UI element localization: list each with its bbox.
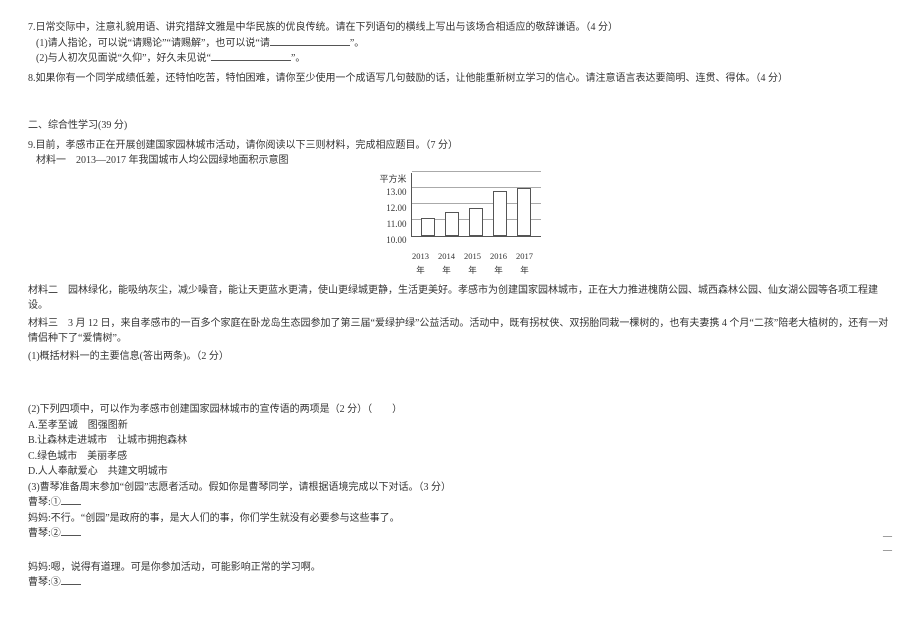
- chart-y-tick: 11.00: [387, 216, 407, 232]
- dialogue-line-2: 妈妈:不行。“创园”是政府的事，是大人们的事，你们学生就没有必要参与这些事了。: [28, 511, 892, 527]
- option-a: A.至孝至诚 图强图新: [28, 418, 892, 434]
- blank-fill[interactable]: [61, 575, 81, 585]
- dialogue-gap: 妈妈:嗯，说得有道理。可是你参加活动，可能影响正常的学习啊。 曹琴:③: [28, 560, 892, 591]
- blank-fill[interactable]: [61, 526, 81, 536]
- chart-x-tick: 2017年: [514, 250, 534, 276]
- option-c: C.绿色城市 美丽孝感: [28, 449, 892, 465]
- section-2-title: 二、综合性学习(39 分): [28, 118, 892, 134]
- dialogue-line-5: 曹琴:③: [28, 575, 892, 591]
- dialogue-5-label: 曹琴:③: [28, 577, 61, 588]
- q7-item2-suffix: ”。: [291, 53, 305, 64]
- material-1-label: 材料一 2013—2017 年我国城市人均公园绿地面积示意图: [36, 153, 892, 169]
- option-b: B.让森林走进城市 让城市拥抱森林: [28, 433, 892, 449]
- chart-y-tick: 10.00: [386, 232, 406, 248]
- trailing-dash-2: __: [883, 541, 892, 555]
- question-9: 9.目前，孝感市正在开展创建国家园林城市活动，请你阅读以下三则材料，完成相应题目…: [28, 138, 892, 365]
- q7-item1-prefix: (1)请人指论，可以说“请赐论”“请赐解”，也可以说“请: [36, 38, 270, 49]
- question-8: 8.如果你有一个同学成绩低差，还特怕吃苦，特怕困难，请你至少使用一个成语写几句鼓…: [28, 71, 892, 87]
- dialogue-3-label: 曹琴:②: [28, 528, 61, 539]
- q9-sub3: (3)曹琴准备周末参加“创园”志愿者活动。假如你是曹琴同学，请根据语境完成以下对…: [28, 480, 892, 496]
- chart-column: 平方米 13.00 12.00 11.00 10.00: [379, 173, 540, 277]
- q8-stem: 8.如果你有一个同学成绩低差，还特怕吃苦，特怕困难，请你至少使用一个成语写几句鼓…: [28, 71, 892, 87]
- chart-x-tick: 2015年: [462, 250, 482, 276]
- q7-item2: (2)与人初次见面说“久仰”，好久未见说“ ”。: [28, 51, 892, 67]
- chart-area: 平方米 13.00 12.00 11.00 10.00: [379, 173, 540, 249]
- q9-continued: (2)下列四项中，可以作为孝感市创建国家园林城市的宣传语的两项是（2 分）（ ）…: [28, 402, 892, 591]
- dialogue-line-1: 曹琴:①: [28, 495, 892, 511]
- chart-bar-2017: [517, 188, 531, 236]
- chart-bar-2016: [493, 191, 507, 236]
- q7-item1: (1)请人指论，可以说“请赐论”“请赐解”，也可以说“请 ”。: [28, 36, 892, 52]
- q7-stem: 7.日常交际中，注意礼貌用语、讲究措辞文雅是中华民族的优良传统。请在下列语句的横…: [28, 20, 892, 36]
- question-7: 7.日常交际中，注意礼貌用语、讲究措辞文雅是中华民族的优良传统。请在下列语句的横…: [28, 20, 892, 67]
- q9-sub1: (1)概括材料一的主要信息(答出两条)。（2 分）: [28, 349, 892, 365]
- option-d: D.人人奉献爱心 共建文明城市: [28, 464, 892, 480]
- chart-bar-2014: [445, 212, 459, 236]
- dialogue-line-3: 曹琴:②: [28, 526, 892, 542]
- chart-container: 平方米 13.00 12.00 11.00 10.00: [28, 173, 892, 277]
- q7-item2-prefix: (2)与人初次见面说“久仰”，好久未见说“: [36, 53, 211, 64]
- q7-item1-suffix: ”。: [350, 38, 364, 49]
- chart-plot-area: [411, 173, 541, 237]
- chart-x-tick: 2014年: [436, 250, 456, 276]
- chart-y-tick: 12.00: [386, 200, 406, 216]
- blank-fill[interactable]: [61, 495, 81, 505]
- dialogue-line-4: 妈妈:嗯，说得有道理。可是你参加活动，可能影响正常的学习啊。: [28, 560, 892, 576]
- chart-bar-2013: [421, 218, 435, 236]
- chart-bar-2015: [469, 208, 483, 236]
- dialogue-1-label: 曹琴:①: [28, 497, 61, 508]
- blank-fill[interactable]: [270, 36, 350, 46]
- chart-x-tick: 2016年: [488, 250, 508, 276]
- trailing-dash-1: __: [883, 527, 892, 541]
- material-3: 材料三 3 月 12 日，来自孝感市的一百多个家庭在卧龙岛生态园参加了第三届“爱…: [28, 316, 892, 347]
- chart-gridline: [412, 171, 541, 172]
- chart-x-tick: 2013年: [410, 250, 430, 276]
- q9-sub2: (2)下列四项中，可以作为孝感市创建国家园林城市的宣传语的两项是（2 分）（ ）: [28, 402, 892, 418]
- q9-stem: 9.目前，孝感市正在开展创建国家园林城市活动，请你阅读以下三则材料，完成相应题目…: [28, 138, 892, 154]
- blank-fill[interactable]: [211, 51, 291, 61]
- chart-y-tick: 13.00: [386, 184, 406, 200]
- chart-y-axis: 平方米 13.00 12.00 11.00 10.00: [379, 173, 406, 249]
- material-2: 材料二 园林绿化，能吸纳灰尘，减少噪音，能让天更蓝水更清，使山更绿城更静，生活更…: [28, 283, 892, 314]
- chart-x-axis: 2013年 2014年 2015年 2016年 2017年: [407, 250, 537, 276]
